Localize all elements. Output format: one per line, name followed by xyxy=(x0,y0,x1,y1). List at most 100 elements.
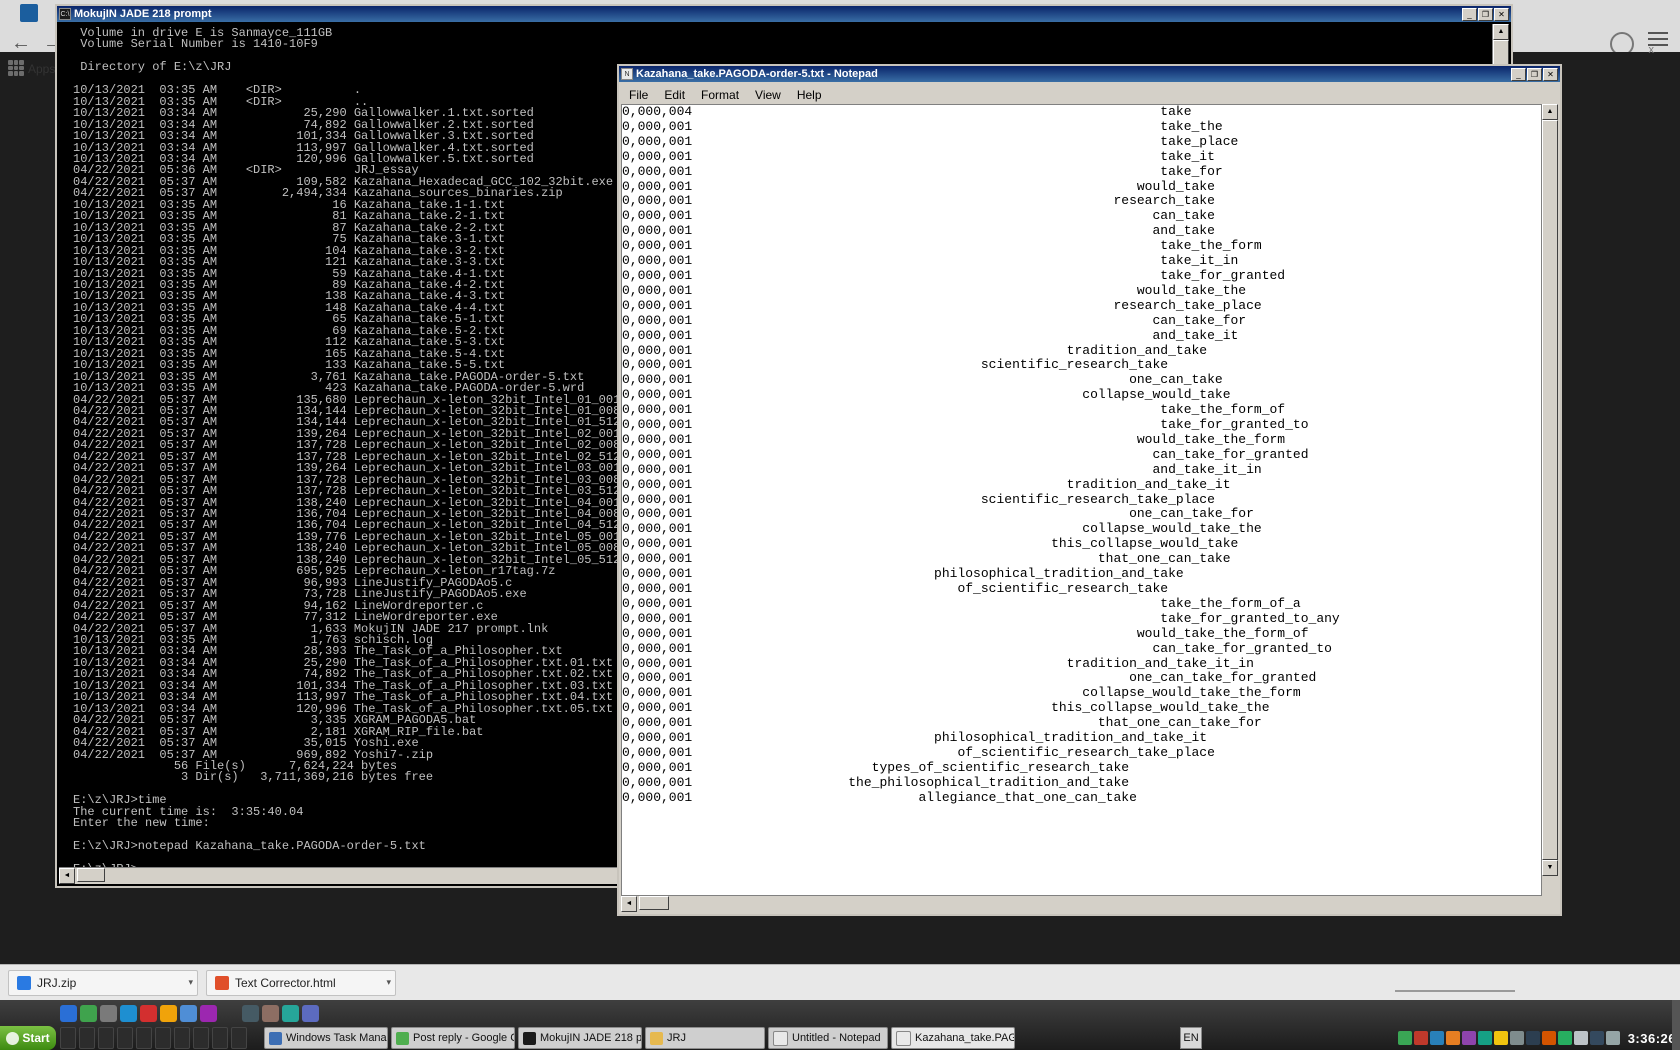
taskbar-icon-6[interactable] xyxy=(155,1027,171,1049)
system-tray[interactable]: 3:36:26 xyxy=(1397,1026,1680,1050)
ql-icon-7[interactable] xyxy=(180,1004,197,1022)
ql-icon-3[interactable] xyxy=(100,1004,117,1022)
taskbar-icon-3[interactable] xyxy=(98,1027,114,1049)
chrome-icon xyxy=(396,1031,409,1045)
notepad-horizontal-scrollbar[interactable]: ◄ xyxy=(621,896,1542,912)
download-label: Text Corrector.html xyxy=(235,975,336,990)
console-title-text: MokujIN JADE 218 prompt xyxy=(74,8,212,20)
menu-edit[interactable]: Edit xyxy=(656,87,693,103)
tray-icon-12[interactable] xyxy=(1573,1031,1588,1045)
scroll-left-button[interactable]: ◄ xyxy=(59,868,75,884)
menu-file[interactable]: File xyxy=(621,87,656,103)
scroll-down-button[interactable]: ▼ xyxy=(1542,860,1558,876)
taskbar-icon-4[interactable] xyxy=(117,1027,133,1049)
notepad-vertical-scrollbar[interactable]: ▲ ▼ xyxy=(1542,104,1558,896)
tray-icon-1[interactable] xyxy=(1397,1031,1412,1045)
notepad-text-area[interactable]: 0,000,004 take 0,000,001 take_the 0,000,… xyxy=(621,104,1542,896)
taskbar-item-label: Untitled - Notepad xyxy=(792,1032,881,1044)
start-label: Start xyxy=(22,1031,50,1045)
chevron-down-icon[interactable]: ▾ xyxy=(376,977,391,988)
console-titlebar[interactable]: C:\ MokujIN JADE 218 prompt _ ❐ ✕ xyxy=(57,6,1511,22)
ql-icon-10[interactable] xyxy=(262,1004,279,1022)
taskbar-item-kazahana-notepad[interactable]: Kazahana_take.PAGO... xyxy=(891,1027,1015,1049)
tray-icon-5[interactable] xyxy=(1461,1031,1476,1045)
taskbar-item-label: Post reply - Google Chr... xyxy=(413,1032,514,1044)
taskbar-buttons[interactable]: Windows Task Manager Post reply - Google… xyxy=(60,1026,1015,1050)
maximize-button[interactable]: ❐ xyxy=(1527,67,1542,81)
ql-icon-5[interactable] xyxy=(140,1004,157,1022)
scroll-up-button[interactable]: ▲ xyxy=(1493,24,1509,40)
taskbar-item-task-manager[interactable]: Windows Task Manager xyxy=(264,1027,388,1049)
taskbar-icon-8[interactable] xyxy=(193,1027,209,1049)
tray-icon-10[interactable] xyxy=(1541,1031,1556,1045)
notepad-menubar[interactable]: File Edit Format View Help xyxy=(621,86,1558,104)
ql-icon-8[interactable] xyxy=(200,1004,217,1022)
quick-launch-bar[interactable] xyxy=(60,1001,400,1025)
taskbar-item-folder[interactable]: JRJ xyxy=(645,1027,765,1049)
taskbar-icon-10[interactable] xyxy=(231,1027,247,1049)
notepad-title-text: Kazahana_take.PAGODA-order-5.txt - Notep… xyxy=(636,68,878,80)
scroll-thumb[interactable] xyxy=(1542,120,1558,860)
scroll-thumb-h[interactable] xyxy=(77,868,105,882)
tab-favicon-icon xyxy=(20,4,38,22)
taskbar: Start Windows Task Manager Post reply - … xyxy=(0,1000,1680,1050)
tray-icon-9[interactable] xyxy=(1525,1031,1540,1045)
show-desktop-button[interactable] xyxy=(1672,1000,1680,1050)
tray-icon-11[interactable] xyxy=(1557,1031,1572,1045)
tray-icon-4[interactable] xyxy=(1445,1031,1460,1045)
start-button[interactable]: Start xyxy=(0,1026,56,1050)
close-button[interactable]: ✕ xyxy=(1543,67,1558,81)
minimize-button[interactable]: _ xyxy=(1511,67,1526,81)
task-manager-icon xyxy=(269,1031,282,1045)
taskbar-item-untitled-notepad[interactable]: Untitled - Notepad xyxy=(768,1027,888,1049)
notepad-icon xyxy=(773,1030,788,1046)
tray-icon-7[interactable] xyxy=(1493,1031,1508,1045)
ql-icon-4[interactable] xyxy=(120,1004,137,1022)
taskbar-item-console[interactable]: MokujIN JADE 218 pro... xyxy=(518,1027,642,1049)
notepad-icon xyxy=(896,1030,911,1046)
menu-format[interactable]: Format xyxy=(693,87,747,103)
bookmark-apps-label[interactable]: Apps xyxy=(28,62,55,76)
close-icon[interactable]: x xyxy=(1649,44,1655,56)
taskbar-item-label: Windows Task Manager xyxy=(286,1032,387,1044)
taskbar-icon-2[interactable] xyxy=(79,1027,95,1049)
notepad-window-buttons[interactable]: _ ❐ ✕ xyxy=(1511,67,1558,81)
apps-grid-icon[interactable] xyxy=(8,60,24,76)
tray-icon-13[interactable] xyxy=(1589,1031,1604,1045)
notepad-window[interactable]: N Kazahana_take.PAGODA-order-5.txt - Not… xyxy=(617,64,1562,916)
menu-help[interactable]: Help xyxy=(789,87,830,103)
taskbar-icon-5[interactable] xyxy=(136,1027,152,1049)
ql-icon-6[interactable] xyxy=(160,1004,177,1022)
tray-icon-14[interactable] xyxy=(1605,1031,1620,1045)
language-indicator[interactable]: EN xyxy=(1180,1027,1202,1049)
downloads-bar: JRJ.zip ▾ Text Corrector.html ▾ xyxy=(0,964,1680,1000)
scroll-left-button[interactable]: ◄ xyxy=(621,896,637,912)
taskbar-icon-7[interactable] xyxy=(174,1027,190,1049)
scroll-up-button[interactable]: ▲ xyxy=(1542,104,1558,120)
folder-icon xyxy=(650,1031,663,1045)
download-item[interactable]: Text Corrector.html ▾ xyxy=(206,969,396,996)
ql-icon-1[interactable] xyxy=(60,1004,77,1022)
close-button[interactable]: ✕ xyxy=(1494,7,1509,21)
download-label: JRJ.zip xyxy=(37,975,77,990)
notepad-titlebar[interactable]: N Kazahana_take.PAGODA-order-5.txt - Not… xyxy=(619,66,1560,82)
ql-icon-12[interactable] xyxy=(302,1004,319,1022)
download-item[interactable]: JRJ.zip ▾ xyxy=(8,969,198,996)
console-window-buttons[interactable]: _ ❐ ✕ xyxy=(1462,7,1509,21)
menu-view[interactable]: View xyxy=(747,87,789,103)
tray-icon-6[interactable] xyxy=(1477,1031,1492,1045)
taskbar-icon-1[interactable] xyxy=(60,1027,76,1049)
scroll-thumb-h[interactable] xyxy=(639,896,669,910)
taskbar-icon-9[interactable] xyxy=(212,1027,228,1049)
ql-icon-11[interactable] xyxy=(282,1004,299,1022)
minimize-button[interactable]: _ xyxy=(1462,7,1477,21)
chevron-down-icon[interactable]: ▾ xyxy=(178,977,193,988)
tray-icon-8[interactable] xyxy=(1509,1031,1524,1045)
ql-icon-2[interactable] xyxy=(80,1004,97,1022)
tray-icon-3[interactable] xyxy=(1429,1031,1444,1045)
clock[interactable]: 3:36:26 xyxy=(1622,1031,1676,1046)
maximize-button[interactable]: ❐ xyxy=(1478,7,1493,21)
ql-icon-9[interactable] xyxy=(242,1004,259,1022)
tray-icon-2[interactable] xyxy=(1413,1031,1428,1045)
taskbar-item-chrome[interactable]: Post reply - Google Chr... xyxy=(391,1027,515,1049)
